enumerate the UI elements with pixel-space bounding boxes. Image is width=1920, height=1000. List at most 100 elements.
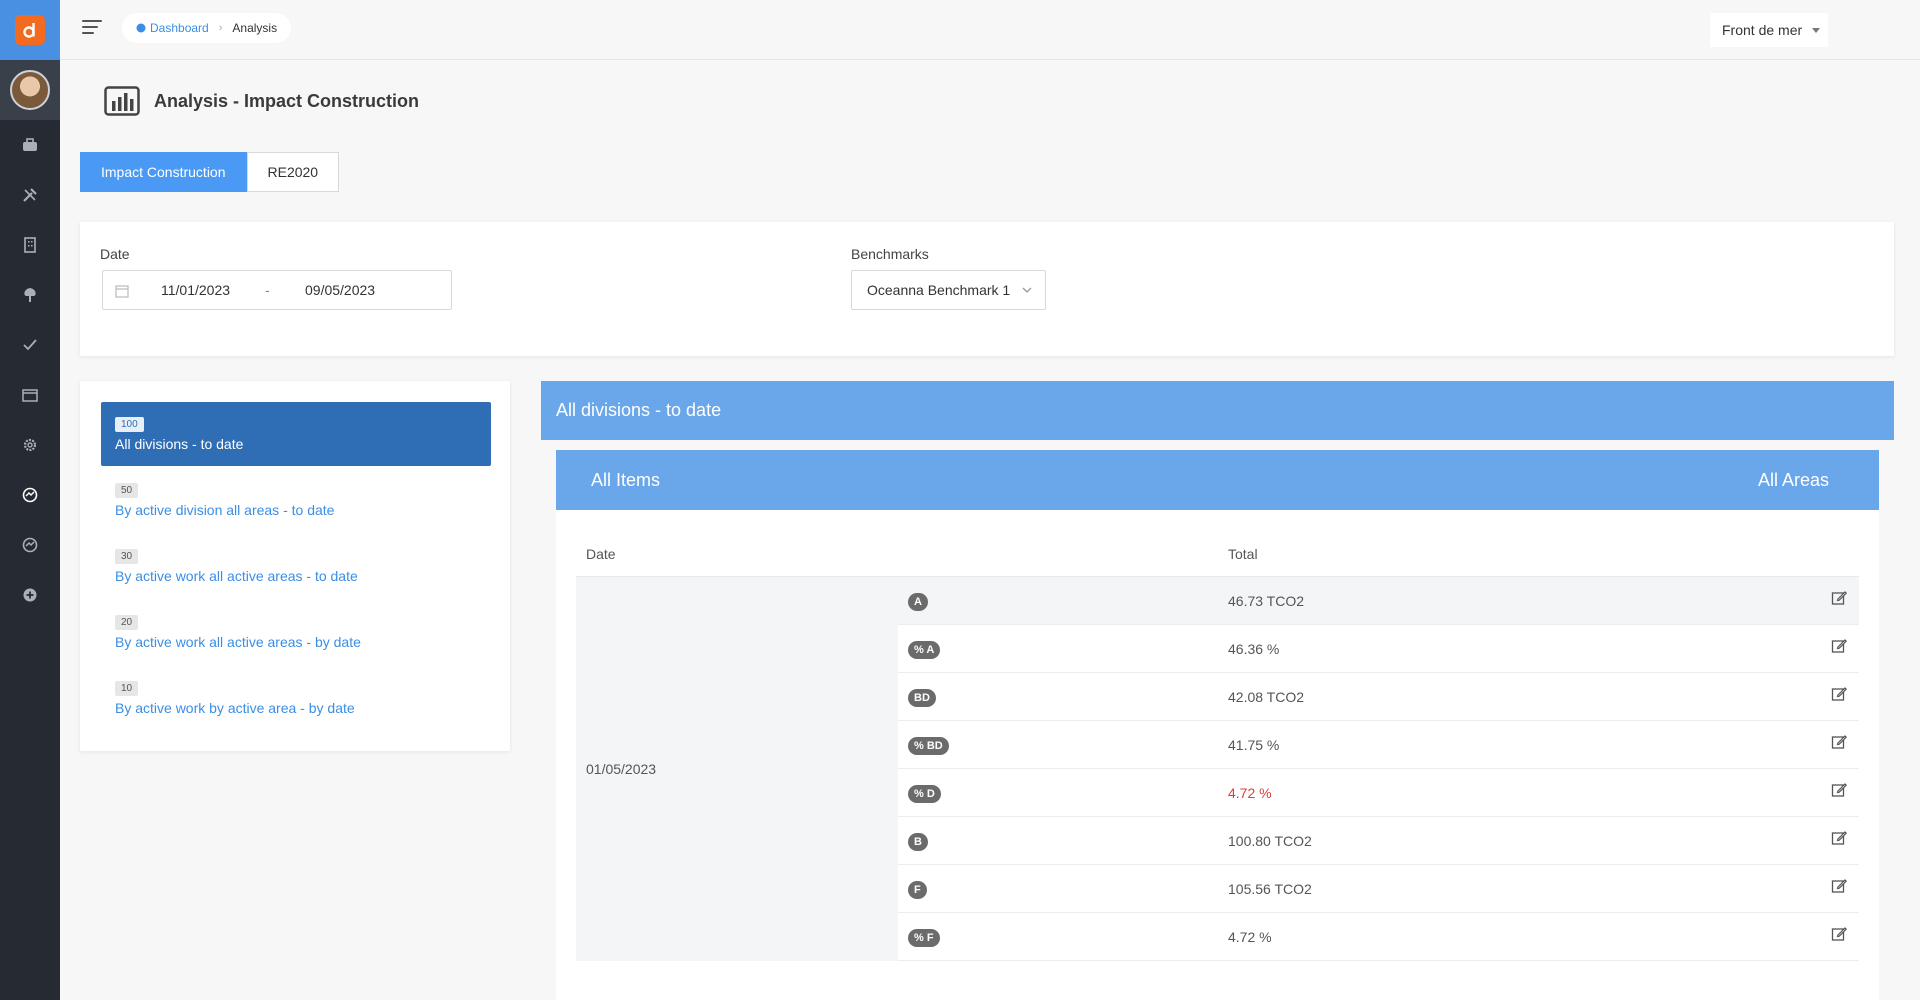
metric-value: 46.36 %: [1228, 641, 1280, 657]
analytics-icon[interactable]: [0, 470, 60, 520]
edit-icon[interactable]: [1831, 782, 1848, 801]
edit-icon[interactable]: [1831, 686, 1848, 705]
metric-value: 100.80 TCO2: [1228, 833, 1312, 849]
folder-icon[interactable]: [0, 370, 60, 420]
breadcrumb-dashboard-link[interactable]: Dashboard: [136, 21, 209, 35]
breadcrumb-separator-icon: ›: [218, 22, 223, 34]
view-label: All divisions - to date: [115, 436, 244, 452]
tab-impact-construction[interactable]: Impact Construction: [80, 152, 247, 192]
results-subheader: All Items All Areas: [556, 450, 1879, 510]
metric-tag: BD: [908, 689, 936, 707]
page-header: Analysis - Impact Construction: [104, 86, 419, 116]
bar-chart-icon: [104, 86, 140, 116]
date-separator: -: [265, 282, 270, 298]
date-to[interactable]: 09/05/2023: [305, 282, 375, 298]
metric-tag: % A: [908, 641, 941, 659]
panel-body: All Items All Areas Date Total 01/05/202…: [541, 440, 1894, 1000]
site-select[interactable]: Front de mer: [1710, 13, 1828, 47]
view-label: By active division all areas - to date: [115, 502, 335, 518]
table-row: % A 46.36 %: [898, 625, 1859, 673]
menu-toggle-icon[interactable]: [82, 20, 102, 36]
breadcrumb: Dashboard › Analysis: [122, 13, 292, 43]
benchmarks-label: Benchmarks: [851, 246, 929, 262]
benchmark-select-value: Oceanna Benchmark 1: [867, 282, 1011, 298]
results-card: All Items All Areas Date Total 01/05/202…: [556, 450, 1879, 1000]
view-badge: 50: [115, 483, 139, 498]
panel-title: All divisions - to date: [556, 400, 722, 420]
sidebar-user-avatar[interactable]: [0, 60, 60, 120]
row-date: 01/05/2023: [586, 761, 657, 777]
date-range-picker[interactable]: 11/01/2023 - 09/05/2023: [102, 270, 452, 310]
add-icon[interactable]: [0, 570, 60, 620]
view-item-all-divisions[interactable]: 100 All divisions - to date: [101, 402, 491, 466]
table-row: F 105.56 TCO2: [898, 865, 1859, 913]
column-header-total: Total: [1228, 546, 1258, 562]
items-scope-label: All Items: [591, 470, 661, 490]
tree-icon[interactable]: [0, 270, 60, 320]
view-badge: 20: [115, 615, 139, 630]
table-row: % BD 41.75 %: [898, 721, 1859, 769]
tools-icon[interactable]: [0, 170, 60, 220]
column-header-date: Date: [586, 546, 616, 562]
areas-scope-label: All Areas: [1757, 470, 1829, 490]
breadcrumb-current: Analysis: [232, 21, 278, 35]
metric-value: 4.72 %: [1228, 929, 1272, 945]
view-label: By active work all active areas - by dat…: [115, 634, 361, 650]
metric-tag: % D: [908, 785, 941, 803]
check-icon[interactable]: [0, 320, 60, 370]
caret-down-icon: [1812, 28, 1820, 33]
metric-tag: F: [908, 881, 927, 899]
table-row: BD 42.08 TCO2: [898, 673, 1859, 721]
view-item-by-active-division[interactable]: 50 By active division all areas - to dat…: [101, 468, 491, 532]
toolbox-icon[interactable]: [0, 120, 60, 170]
table-header: Date Total: [576, 530, 1859, 577]
table-row: % D 4.72 %: [898, 769, 1859, 817]
table-row: A 46.73 TCO2: [898, 577, 1859, 625]
avatar: [10, 70, 50, 110]
tab-re2020[interactable]: RE2020: [246, 152, 340, 192]
filter-card: Date 11/01/2023 - 09/05/2023 Benchmarks …: [80, 222, 1894, 356]
metric-tag: B: [908, 833, 928, 851]
metric-value: 4.72 %: [1228, 785, 1272, 801]
view-badge: 10: [115, 681, 139, 696]
benchmark-select[interactable]: Oceanna Benchmark 1: [851, 270, 1046, 310]
edit-icon[interactable]: [1831, 638, 1848, 657]
sidebar: [0, 0, 60, 1000]
date-from[interactable]: 11/01/2023: [161, 282, 230, 298]
edit-icon[interactable]: [1831, 590, 1848, 609]
view-label: By active work all active areas - to dat…: [115, 568, 358, 584]
edit-icon[interactable]: [1831, 734, 1848, 753]
building-icon[interactable]: [0, 220, 60, 270]
chevron-down-icon: [1022, 287, 1032, 293]
view-list: 100 All divisions - to date 50 By active…: [80, 381, 510, 751]
top-bar: Dashboard › Analysis Front de mer: [60, 0, 1920, 60]
breadcrumb-dashboard-label: Dashboard: [150, 21, 209, 35]
site-select-value: Front de mer: [1722, 22, 1803, 38]
tab-bar: Impact Construction RE2020: [80, 152, 340, 192]
edit-icon[interactable]: [1831, 830, 1848, 849]
view-item-by-active-work-by-date[interactable]: 20 By active work all active areas - by …: [101, 600, 491, 664]
view-item-by-active-work-to-date[interactable]: 30 By active work all active areas - to …: [101, 534, 491, 598]
view-item-by-active-area-by-date[interactable]: 10 By active work by active area - by da…: [101, 666, 491, 730]
date-cell: 01/05/2023: [576, 577, 898, 961]
gear-icon[interactable]: [0, 420, 60, 470]
logo-icon: [15, 15, 45, 45]
page-title: Analysis - Impact Construction: [154, 90, 420, 111]
date-label: Date: [100, 246, 130, 262]
dashboard-icon: [136, 23, 146, 33]
metric-value: 105.56 TCO2: [1228, 881, 1312, 897]
edit-icon[interactable]: [1831, 926, 1848, 945]
metric-value: 41.75 %: [1228, 737, 1280, 753]
view-label: By active work by active area - by date: [115, 700, 355, 716]
app-logo[interactable]: [0, 0, 60, 60]
table-row: B 100.80 TCO2: [898, 817, 1859, 865]
metric-value: 42.08 TCO2: [1228, 689, 1305, 705]
edit-icon[interactable]: [1831, 878, 1848, 897]
view-badge: 30: [115, 549, 139, 564]
table-row: % F 4.72 %: [898, 913, 1859, 961]
panel-header: All divisions - to date: [541, 381, 1894, 440]
chart-globe-icon[interactable]: [0, 520, 60, 570]
calendar-icon: [115, 285, 129, 298]
metric-value: 46.73 TCO2: [1228, 593, 1305, 609]
metric-tag: % BD: [908, 737, 949, 755]
